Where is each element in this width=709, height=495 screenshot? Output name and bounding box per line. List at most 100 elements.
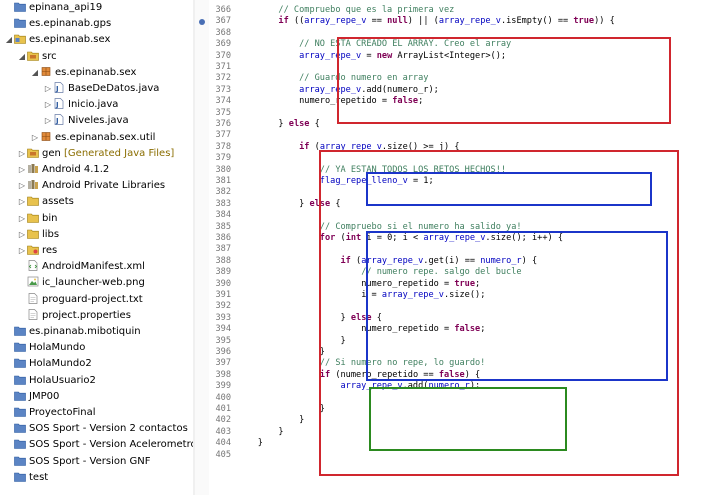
code-line[interactable]: array_repe_v.add(numero_r); <box>237 381 480 392</box>
line-number: 400 <box>215 392 231 403</box>
code-line[interactable]: } <box>237 347 325 358</box>
tree-item-epinana-api19[interactable]: epinana_api19 <box>4 0 102 16</box>
expand-arrow-icon[interactable]: ▷ <box>17 194 27 210</box>
keyword-token: if <box>319 369 331 380</box>
annotation-ruler[interactable] <box>195 0 209 495</box>
tree-item-mibotiquin[interactable]: es.pinanab.mibotiquin <box>4 324 141 340</box>
code-token: } <box>278 119 289 129</box>
code-token: numero_repetido = <box>299 96 393 107</box>
code-line[interactable]: // Compruebo si el numero ha salido ya! <box>237 222 522 233</box>
code-line[interactable]: // Si numero no repe, lo guardo! <box>237 358 486 369</box>
code-line[interactable]: } <box>237 438 263 449</box>
code-line[interactable]: // YA ESTAN TODOS LOS RETOS HECHOS!! <box>237 165 506 176</box>
expand-arrow-icon[interactable]: ▷ <box>17 227 27 243</box>
expand-arrow-icon[interactable]: ▷ <box>17 146 27 162</box>
code-line[interactable]: if ((array_repe_v == null) || (array_rep… <box>237 16 615 27</box>
tree-item-basededatos[interactable]: ▷ J BaseDeDatos.java <box>43 81 159 97</box>
tree-item-jmp00[interactable]: JMP00 <box>4 389 59 405</box>
code-line[interactable]: } else { <box>237 119 319 130</box>
expand-arrow-icon[interactable]: ▷ <box>30 130 40 146</box>
tree-item-decorator: [Generated Java Files] <box>60 147 175 159</box>
line-number: 367 <box>215 16 231 27</box>
code-line[interactable]: flag_repe_lleno_v = 1; <box>237 176 434 187</box>
tree-item-label: BaseDeDatos.java <box>68 83 160 94</box>
tree-item-src[interactable]: ◢ src <box>17 49 57 65</box>
tree-item-android-412[interactable]: ▷ Android 4.1.2 <box>17 162 109 178</box>
code-line[interactable]: for (int i = 0; i < array_repe_v.size();… <box>237 233 563 244</box>
tree-item-ic-launcher[interactable]: ic_launcher-web.png <box>17 275 145 291</box>
code-line[interactable]: // NO ESTA CREADO EL ARRAY. Creo el arra… <box>237 39 511 50</box>
code-token: .get(i) == <box>423 255 481 266</box>
code-token: .size() >= j) { <box>381 141 460 152</box>
tree-item-pkg-sex[interactable]: ◢ es.epinanab.sex <box>30 65 136 81</box>
collapse-arrow-icon[interactable]: ◢ <box>4 32 14 48</box>
code-line[interactable]: array_repe_v.add(numero_r); <box>237 85 439 96</box>
tree-item-holausuario2[interactable]: HolaUsuario2 <box>4 373 96 389</box>
field-token: numero_r <box>428 381 470 392</box>
code-line[interactable]: array_repe_v = new ArrayList<Integer>(); <box>237 51 506 62</box>
tree-item-test[interactable]: test <box>4 470 48 486</box>
line-number: 399 <box>215 381 231 392</box>
code-token: )) { <box>594 16 615 27</box>
tree-item-holamundo2[interactable]: HolaMundo2 <box>4 356 92 372</box>
code-line[interactable]: } else { <box>237 198 340 210</box>
tree-item-project-props[interactable]: project.properties <box>17 308 131 324</box>
collapse-arrow-icon[interactable]: ◢ <box>30 65 40 81</box>
code-line[interactable]: // numero repe. salgo del bucle <box>237 267 521 278</box>
tree-item-inicio[interactable]: ▷ J Inicio.java <box>43 97 118 113</box>
tree-item-label: src <box>42 50 57 62</box>
code-line[interactable]: numero_repetido = false; <box>237 96 423 107</box>
collapse-arrow-icon[interactable]: ◢ <box>17 49 27 65</box>
expand-arrow-icon[interactable]: ▷ <box>43 97 53 113</box>
tree-item-manifest[interactable]: AndroidManifest.xml <box>17 259 145 275</box>
tree-item-label: assets <box>42 196 74 208</box>
tree-item-epinanab-sex[interactable]: ◢ es.epinanab.sex <box>4 32 110 48</box>
tree-item-sos-gnf[interactable]: SOS Sport - Version GNF <box>4 454 151 470</box>
code-token: .isEmpty() == <box>500 16 574 27</box>
code-line[interactable]: if (array_repe_v.get(i) == numero_r) { <box>237 256 537 267</box>
code-line[interactable]: if (array_repe_v.size() >= j) { <box>237 141 460 153</box>
tree-item-sos-v2[interactable]: SOS Sport - Version 2 contactos <box>4 421 188 437</box>
tree-item-android-private[interactable]: ▷ Android Private Libraries <box>17 178 165 194</box>
code-line[interactable]: } else { <box>237 313 381 324</box>
expand-arrow-icon[interactable]: ▷ <box>17 178 27 194</box>
code-token: } <box>299 198 310 209</box>
tree-item-res[interactable]: ▷ res <box>17 243 57 259</box>
tree-item-niveles[interactable]: ▷ J Niveles.java <box>43 113 129 129</box>
tree-item-gen[interactable]: ▷ gen [Generated Java Files] <box>17 146 174 162</box>
tree-item-assets[interactable]: ▷ assets <box>17 194 74 210</box>
expand-arrow-icon[interactable]: ▷ <box>17 243 27 259</box>
code-line[interactable]: numero_repetido = true; <box>237 279 480 290</box>
code-editor[interactable]: 366 // Compruebo que es la primera vez 36… <box>195 0 709 495</box>
line-number: 384 <box>215 210 231 221</box>
code-line[interactable]: if (numero_repetido == false) { <box>237 370 480 381</box>
code-line[interactable]: } <box>237 336 345 347</box>
line-number: 383 <box>215 198 231 209</box>
field-token: array_repe_v <box>319 141 382 152</box>
tree-item-proyectofinal[interactable]: ProyectoFinal <box>4 405 96 421</box>
code-token: ( <box>309 141 320 152</box>
expand-arrow-icon[interactable]: ▷ <box>43 81 53 97</box>
tree-item-pkg-util[interactable]: ▷ es.epinanab.sex.util <box>30 130 155 146</box>
tree-item-label: epinana_api19 <box>29 2 103 13</box>
expand-arrow-icon[interactable]: ▷ <box>17 162 27 178</box>
code-line[interactable]: // Compruebo que es la primera vez <box>237 5 454 16</box>
override-marker-icon[interactable] <box>199 18 205 25</box>
line-number: 376 <box>215 119 231 129</box>
line-number: 401 <box>215 404 231 414</box>
expand-arrow-icon[interactable]: ▷ <box>43 113 53 129</box>
code-line[interactable]: } <box>237 427 283 438</box>
tree-item-sos-acel[interactable]: SOS Sport - Version Acelerometro <box>4 437 193 453</box>
code-line[interactable]: } <box>237 404 325 415</box>
code-line[interactable]: } <box>237 415 304 426</box>
tree-item-holamundo[interactable]: HolaMundo <box>4 340 85 356</box>
tree-item-libs[interactable]: ▷ libs <box>17 227 59 243</box>
code-line[interactable]: // Guardo numero en array <box>237 73 428 84</box>
code-line[interactable]: i = array_repe_v.size(); <box>237 290 485 301</box>
code-line[interactable]: numero_repetido = false; <box>237 324 485 335</box>
code-token: ) { <box>521 255 538 266</box>
tree-item-epinanab-gps[interactable]: es.epinanab.gps <box>4 16 111 32</box>
expand-arrow-icon[interactable]: ▷ <box>17 211 27 227</box>
tree-item-proguard[interactable]: proguard-project.txt <box>17 292 143 308</box>
tree-item-bin[interactable]: ▷ bin <box>17 211 58 227</box>
